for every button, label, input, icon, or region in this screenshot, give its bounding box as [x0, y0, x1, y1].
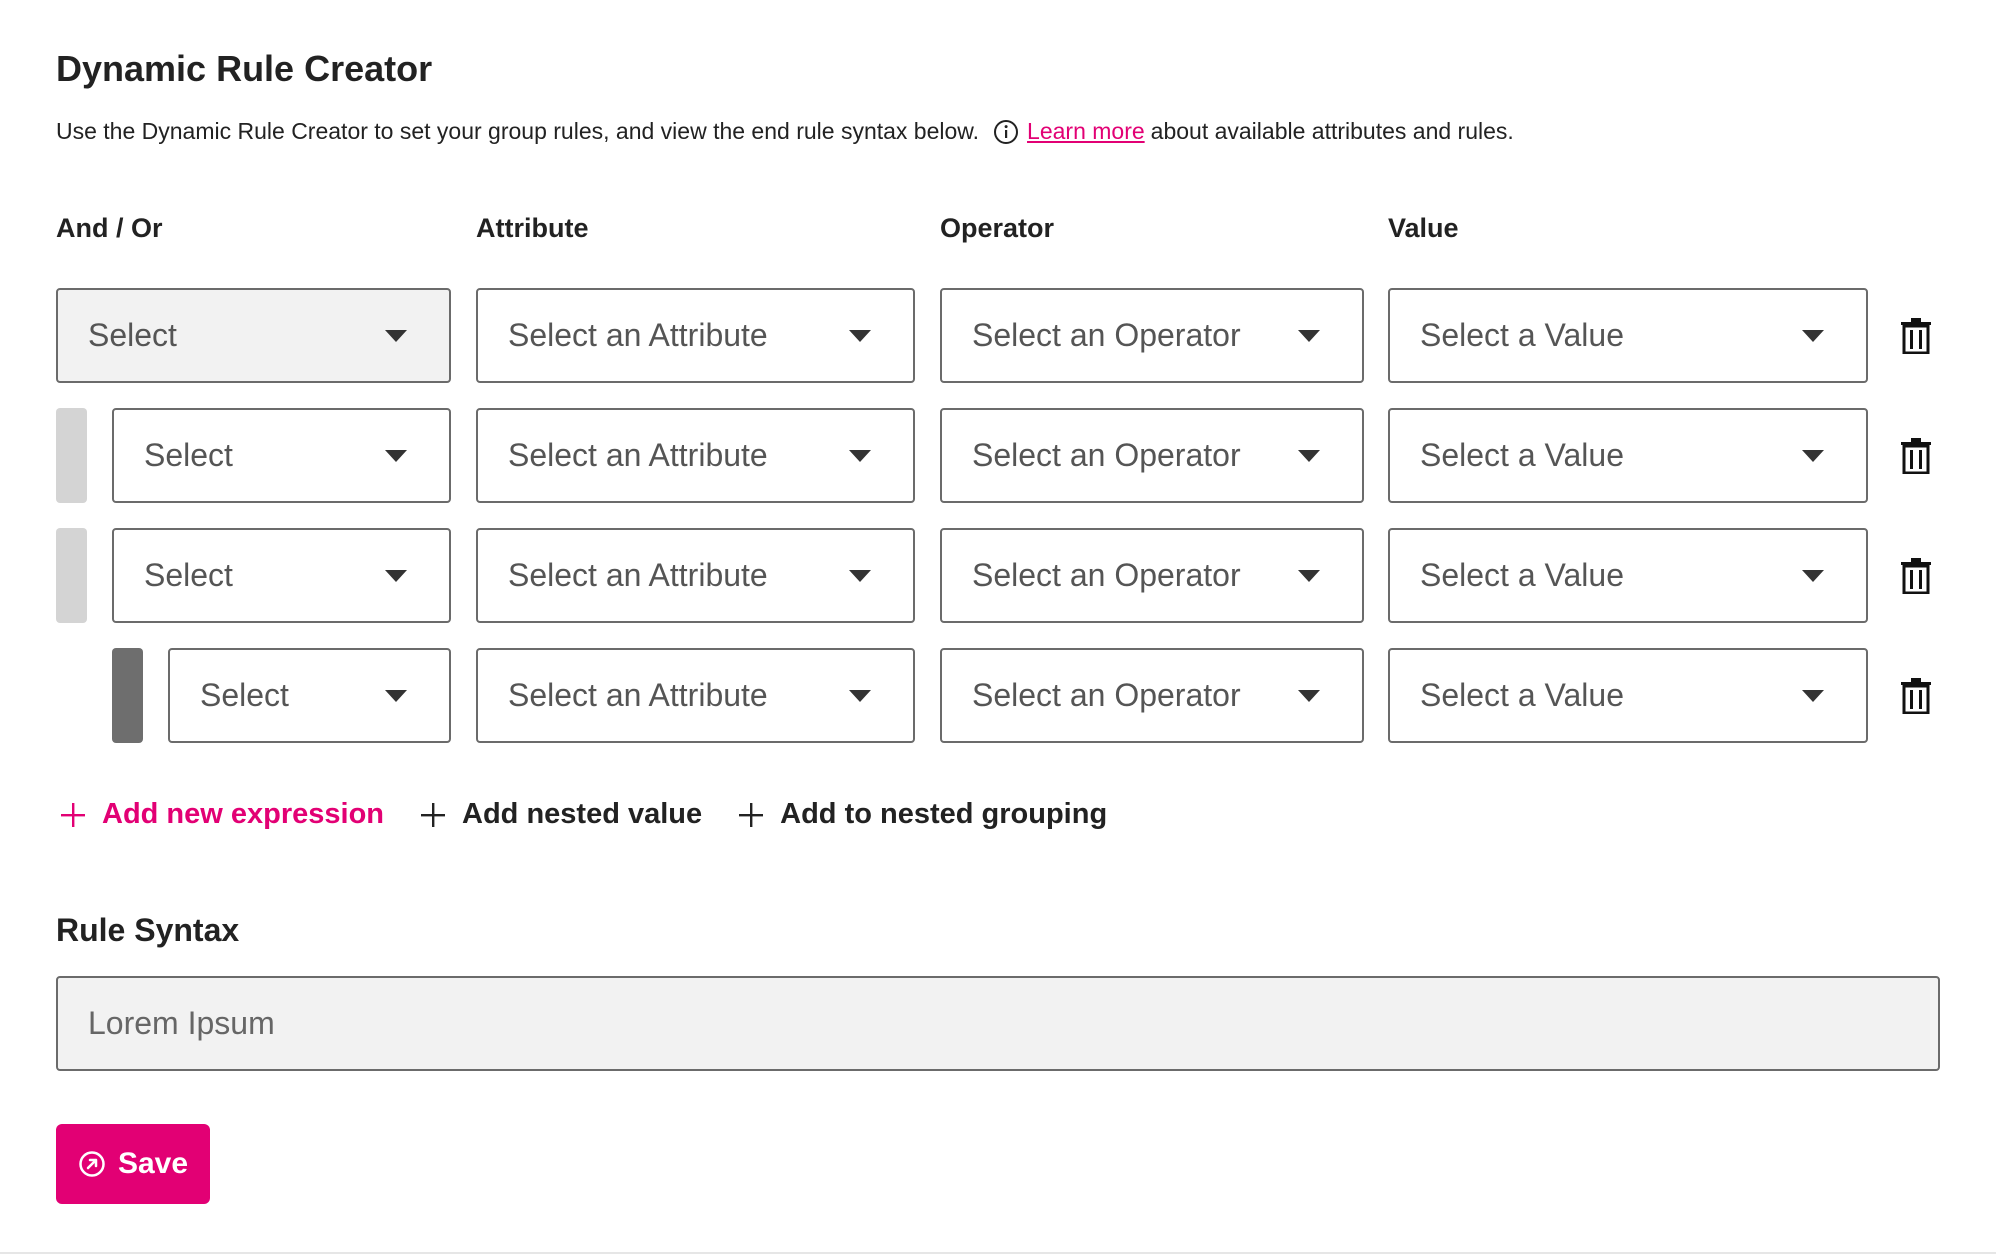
- trash-icon[interactable]: [1901, 438, 1931, 474]
- trash-icon[interactable]: [1901, 318, 1931, 354]
- plus-icon: [421, 802, 446, 827]
- and-or-select-value: Select: [200, 677, 289, 713]
- add-nested-value-button[interactable]: Add nested value: [420, 798, 702, 831]
- rule-syntax-field: Lorem Ipsum: [56, 976, 1940, 1071]
- page-description: Use the Dynamic Rule Creator to set your…: [56, 118, 1514, 145]
- attribute-select-value: Select an Attribute: [508, 317, 768, 353]
- caret-down-icon: [849, 569, 871, 582]
- page-title: Dynamic Rule Creator: [56, 48, 433, 89]
- description-text: Use the Dynamic Rule Creator to set your…: [56, 118, 980, 144]
- add-to-nested-grouping-button[interactable]: Add to nested grouping: [738, 798, 1107, 831]
- caret-down-icon: [1298, 449, 1320, 462]
- attribute-select-value: Select an Attribute: [508, 677, 768, 713]
- plus-icon: [739, 802, 764, 827]
- caret-down-icon: [1802, 569, 1824, 582]
- value-select[interactable]: Select a Value: [1388, 408, 1868, 503]
- attribute-select[interactable]: Select an Attribute: [476, 528, 915, 623]
- caret-down-icon: [849, 329, 871, 342]
- trash-icon[interactable]: [1901, 678, 1931, 714]
- and-or-select-value: Select: [88, 317, 177, 353]
- caret-down-icon: [1802, 689, 1824, 702]
- attribute-select[interactable]: Select an Attribute: [476, 648, 915, 743]
- operator-select[interactable]: Select an Operator: [940, 288, 1364, 383]
- description-text-after: about available attributes and rules.: [1150, 118, 1514, 144]
- operator-select-value: Select an Operator: [972, 317, 1241, 353]
- operator-select[interactable]: Select an Operator: [940, 648, 1364, 743]
- value-select-value: Select a Value: [1420, 557, 1624, 593]
- add-nested-value-label: Add nested value: [462, 798, 703, 830]
- operator-select-value: Select an Operator: [972, 677, 1241, 713]
- operator-select[interactable]: Select an Operator: [940, 528, 1364, 623]
- rule-syntax-value: Lorem Ipsum: [88, 1005, 275, 1041]
- divider: [0, 1252, 1996, 1254]
- arrow-circle-icon: [79, 1151, 105, 1177]
- value-select[interactable]: Select a Value: [1388, 648, 1868, 743]
- nesting-indicator: [56, 528, 87, 623]
- value-select[interactable]: Select a Value: [1388, 528, 1868, 623]
- column-header-operator: Operator: [940, 213, 1055, 243]
- expression-actions: Add new expression Add nested value Add …: [60, 798, 1143, 831]
- caret-down-icon: [385, 449, 407, 462]
- caret-down-icon: [1298, 689, 1320, 702]
- column-header-attribute: Attribute: [476, 213, 589, 243]
- dynamic-rule-creator-page: Dynamic Rule Creator Use the Dynamic Rul…: [0, 0, 1996, 1258]
- and-or-select[interactable]: Select: [112, 408, 451, 503]
- caret-down-icon: [1802, 449, 1824, 462]
- operator-select-value: Select an Operator: [972, 557, 1241, 593]
- column-header-value: Value: [1388, 213, 1459, 243]
- and-or-select[interactable]: Select: [168, 648, 451, 743]
- value-select-value: Select a Value: [1420, 437, 1624, 473]
- attribute-select-value: Select an Attribute: [508, 557, 768, 593]
- nesting-indicator: [56, 408, 87, 503]
- attribute-select[interactable]: Select an Attribute: [476, 408, 915, 503]
- caret-down-icon: [385, 689, 407, 702]
- rule-syntax-label: Rule Syntax: [56, 912, 240, 948]
- caret-down-icon: [385, 569, 407, 582]
- value-select-value: Select a Value: [1420, 677, 1624, 713]
- attribute-select-value: Select an Attribute: [508, 437, 768, 473]
- caret-down-icon: [1298, 569, 1320, 582]
- caret-down-icon: [385, 329, 407, 342]
- nesting-indicator: [112, 648, 143, 743]
- add-new-expression-label: Add new expression: [102, 798, 385, 830]
- plus-icon: [61, 802, 85, 827]
- add-new-expression-button[interactable]: Add new expression: [60, 798, 384, 831]
- value-select-value: Select a Value: [1420, 317, 1624, 353]
- operator-select[interactable]: Select an Operator: [940, 408, 1364, 503]
- operator-select-value: Select an Operator: [972, 437, 1241, 473]
- info-icon: [994, 119, 1019, 144]
- caret-down-icon: [1298, 329, 1320, 342]
- caret-down-icon: [849, 689, 871, 702]
- caret-down-icon: [849, 449, 871, 462]
- and-or-select-value: Select: [144, 437, 233, 473]
- learn-more-link[interactable]: Learn more: [1027, 118, 1145, 145]
- attribute-select[interactable]: Select an Attribute: [476, 288, 915, 383]
- value-select[interactable]: Select a Value: [1388, 288, 1868, 383]
- column-header-and-or: And / Or: [56, 213, 163, 243]
- and-or-select-value: Select: [144, 557, 233, 593]
- caret-down-icon: [1802, 329, 1824, 342]
- and-or-select[interactable]: Select: [56, 288, 451, 383]
- save-button-label: Save: [117, 1147, 189, 1180]
- add-to-nested-grouping-label: Add to nested grouping: [780, 798, 1108, 830]
- trash-icon[interactable]: [1901, 558, 1931, 594]
- save-button[interactable]: Save: [56, 1124, 210, 1204]
- and-or-select[interactable]: Select: [112, 528, 451, 623]
